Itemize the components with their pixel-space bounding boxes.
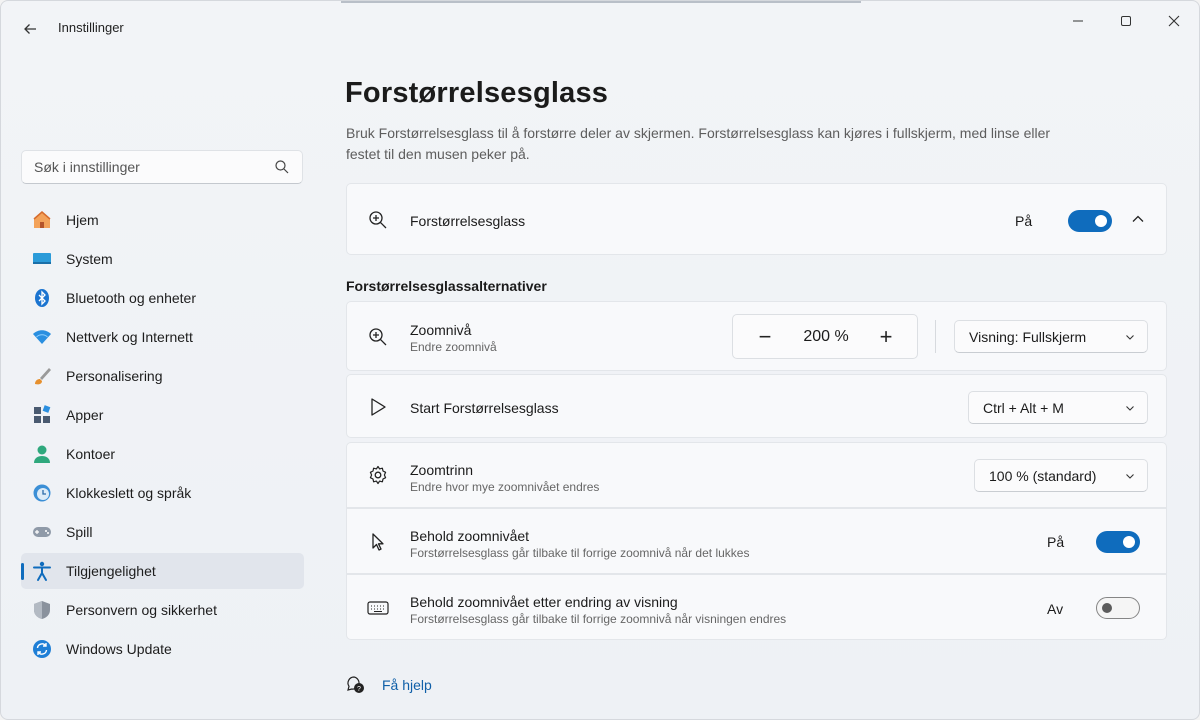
- start-magnifier-title: Start Forstørrelsesglass: [410, 400, 559, 416]
- sidebar-item-label: Apper: [66, 407, 104, 423]
- sidebar-item-label: System: [66, 251, 113, 267]
- get-help-link[interactable]: ? Få hjelp: [346, 675, 432, 695]
- zoom-step-title: Zoomtrinn: [410, 462, 474, 478]
- zoom-stepper: − 200 % +: [732, 314, 918, 359]
- zoom-level-subtitle: Endre zoomnivå: [410, 340, 497, 354]
- accessibility-icon: [31, 560, 53, 582]
- sidebar-item-privacy[interactable]: Personvern og sikkerhet: [21, 592, 304, 628]
- play-icon: [367, 396, 389, 418]
- sidebar-item-label: Hjem: [66, 212, 99, 228]
- keep-zoom-view-title: Behold zoomnivået etter endring av visni…: [410, 594, 678, 610]
- sidebar-item-network[interactable]: Nettverk og Internett: [21, 319, 304, 355]
- update-icon: [31, 638, 53, 660]
- sidebar-item-label: Spill: [66, 524, 93, 540]
- sidebar-item-label: Klokkeslett og språk: [66, 485, 192, 501]
- keep-zoom-card: Behold zoomnivået Forstørrelsesglass går…: [346, 508, 1167, 574]
- zoom-step-dropdown[interactable]: 100 % (standard): [974, 459, 1148, 492]
- sidebar-item-label: Personvern og sikkerhet: [66, 602, 217, 618]
- section-header: Forstørrelsesglassalternativer: [346, 278, 547, 294]
- maximize-button[interactable]: [1103, 7, 1149, 35]
- get-help-label[interactable]: Få hjelp: [382, 677, 432, 693]
- sidebar-item-system[interactable]: System: [21, 241, 304, 277]
- close-icon: [1168, 15, 1180, 27]
- zoom-in-button[interactable]: +: [872, 323, 900, 351]
- back-arrow-icon: [24, 24, 36, 34]
- keep-zoom-subtitle: Forstørrelsesglass går tilbake til forri…: [410, 546, 750, 560]
- sidebar-item-label: Tilgjengelighet: [66, 563, 156, 579]
- wifi-icon: [31, 326, 53, 348]
- sidebar-item-home[interactable]: Hjem: [21, 202, 304, 238]
- shortcut-dropdown[interactable]: Ctrl + Alt + M: [968, 391, 1148, 424]
- chevron-down-icon: [1126, 473, 1134, 479]
- keep-zoom-view-card: Behold zoomnivået etter endring av visni…: [346, 574, 1167, 640]
- magnifier-label: Forstørrelsesglass: [410, 213, 526, 229]
- divider: [935, 320, 936, 353]
- view-dropdown[interactable]: Visning: Fullskjerm: [954, 320, 1148, 353]
- zoom-value: 200 %: [803, 328, 849, 345]
- title-bar: Innstillinger: [1, 1, 1199, 57]
- sidebar-item-label: Personalisering: [66, 368, 163, 384]
- chevron-down-icon: [1126, 405, 1134, 411]
- back-button[interactable]: [15, 15, 45, 43]
- account-icon: [31, 443, 53, 465]
- zoom-out-button[interactable]: −: [751, 323, 779, 351]
- magnifier-state: På: [1015, 213, 1033, 229]
- shortcut-value: Ctrl + Alt + M: [983, 399, 1064, 416]
- sidebar-item-accounts[interactable]: Kontoer: [21, 436, 304, 472]
- chevron-up-icon[interactable]: [1131, 212, 1145, 231]
- cursor-icon: [367, 531, 389, 553]
- sidebar-item-label: Kontoer: [66, 446, 116, 462]
- sidebar-item-time-language[interactable]: Klokkeslett og språk: [21, 475, 304, 511]
- minimize-button[interactable]: [1055, 7, 1101, 35]
- keep-zoom-view-state: Av: [1047, 601, 1064, 617]
- search-input[interactable]: [34, 159, 274, 175]
- sidebar-item-accessibility[interactable]: Tilgjengelighet: [21, 553, 304, 589]
- sidebar-item-bluetooth[interactable]: Bluetooth og enheter: [21, 280, 304, 316]
- zoom-level-title: Zoomnivå: [410, 322, 472, 338]
- sidebar-item-personalization[interactable]: Personalisering: [21, 358, 304, 394]
- clock-globe-icon: [31, 482, 53, 504]
- sidebar-item-windows-update[interactable]: Windows Update: [21, 631, 304, 667]
- sidebar-item-apps[interactable]: Apper: [21, 397, 304, 433]
- maximize-icon: [1121, 16, 1131, 26]
- system-icon: [31, 248, 53, 270]
- brush-icon: [31, 365, 53, 387]
- keyboard-icon: [367, 597, 389, 619]
- apps-icon: [31, 404, 53, 426]
- gear-icon: [367, 464, 389, 486]
- gamepad-icon: [31, 521, 53, 543]
- page-title: Forstørrelsesglass: [345, 77, 609, 109]
- help-chat-icon: ?: [347, 676, 364, 693]
- sidebar-item-label: Windows Update: [66, 641, 172, 657]
- keep-zoom-view-subtitle: Forstørrelsesglass går tilbake til forri…: [410, 612, 787, 626]
- search-icon[interactable]: [274, 159, 290, 175]
- app-title: Innstillinger: [58, 20, 124, 35]
- keep-zoom-view-toggle[interactable]: [1096, 597, 1140, 619]
- chevron-down-icon: [1126, 334, 1134, 340]
- close-button[interactable]: [1151, 7, 1197, 35]
- sidebar-item-gaming[interactable]: Spill: [21, 514, 304, 550]
- settings-window: Innstillinger Hjem System: [0, 0, 1200, 720]
- shield-icon: [31, 599, 53, 621]
- minimize-icon: [1073, 20, 1083, 22]
- zoom-in-icon: [367, 209, 389, 231]
- keep-zoom-title: Behold zoomnivået: [410, 528, 530, 544]
- page-description: Bruk Forstørrelsesglass til å forstørre …: [346, 125, 1051, 162]
- svg-text:?: ?: [357, 686, 361, 693]
- view-dropdown-value: Visning: Fullskjerm: [969, 328, 1087, 345]
- sidebar-item-label: Bluetooth og enheter: [66, 290, 196, 306]
- sidebar-item-label: Nettverk og Internett: [66, 329, 193, 345]
- search-box[interactable]: [21, 150, 303, 184]
- keep-zoom-state: På: [1047, 534, 1065, 550]
- magnifier-card[interactable]: Forstørrelsesglass På: [346, 183, 1167, 255]
- keep-zoom-toggle[interactable]: [1096, 531, 1140, 553]
- bluetooth-icon: [31, 287, 53, 309]
- home-icon: [31, 209, 53, 231]
- magnifier-toggle[interactable]: [1068, 210, 1112, 232]
- zoom-in-icon: [367, 326, 389, 348]
- zoom-step-subtitle: Endre hvor mye zoomnivået endres: [410, 480, 600, 494]
- sidebar-nav: Hjem System Bluetooth og enheter Nettver…: [21, 202, 304, 670]
- zoom-step-value: 100 % (standard): [989, 467, 1097, 484]
